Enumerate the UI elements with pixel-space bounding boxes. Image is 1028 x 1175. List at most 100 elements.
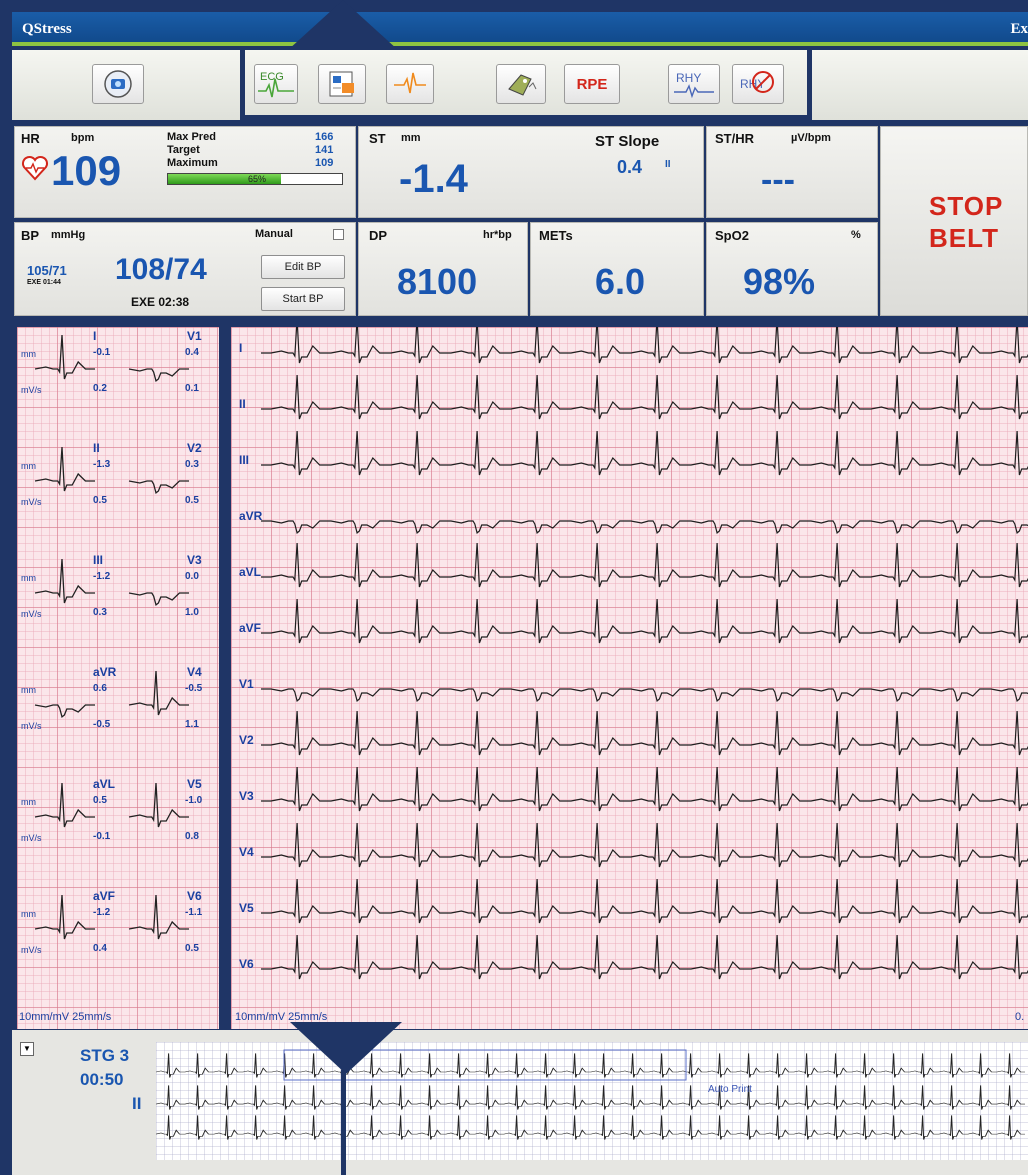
manual-checkbox[interactable] bbox=[333, 229, 344, 240]
bp-value: 108/74 bbox=[115, 253, 207, 286]
title-bar: QStress Ex bbox=[12, 12, 1028, 46]
twelve-lead-svg bbox=[261, 327, 1028, 980]
median-beat bbox=[128, 368, 189, 383]
median-st-value: -0.5 bbox=[185, 683, 203, 694]
median-beat bbox=[128, 670, 189, 716]
strip-dropdown[interactable]: ▼ bbox=[20, 1042, 34, 1056]
sthr-value: --- bbox=[761, 161, 795, 199]
median-st-value: 0.0 bbox=[185, 571, 199, 582]
median-st-value: -1.3 bbox=[93, 459, 111, 470]
median-slope-value: 0.8 bbox=[185, 831, 199, 842]
stop-belt-button[interactable]: STOP BELT bbox=[880, 126, 1028, 316]
st-slope-lead: II bbox=[665, 159, 671, 170]
edit-bp-button[interactable]: Edit BP bbox=[261, 255, 345, 279]
stage-label: STG 3 bbox=[80, 1046, 130, 1065]
median-mvs-unit: mV/s bbox=[21, 833, 42, 843]
manual-label: Manual bbox=[255, 228, 293, 240]
lead-trace bbox=[261, 542, 1028, 588]
auto-print-label: Auto Print bbox=[708, 1084, 752, 1095]
median-mvs-unit: mV/s bbox=[21, 609, 42, 619]
svg-text:ECG: ECG bbox=[260, 71, 284, 83]
median-lead-label: V5 bbox=[187, 777, 202, 791]
lead-trace bbox=[261, 374, 1028, 420]
median-beat bbox=[128, 480, 189, 495]
ecg-icon: ECG bbox=[258, 71, 294, 98]
median-mvs-unit: mV/s bbox=[21, 497, 42, 507]
st-value: -1.4 bbox=[399, 157, 468, 201]
tag-icon bbox=[508, 74, 537, 96]
dp-unit: hr*bp bbox=[483, 229, 512, 241]
belt-label: BELT bbox=[929, 223, 999, 253]
median-st-value: -1.1 bbox=[185, 907, 203, 918]
lead-label: III bbox=[239, 453, 250, 467]
tag-button[interactable] bbox=[496, 64, 546, 104]
lead-label: aVR bbox=[239, 509, 263, 523]
median-scale-label: 10mm/mV 25mm/s bbox=[19, 1011, 112, 1023]
dp-panel: DP hr*bp 8100 bbox=[358, 222, 528, 316]
median-lead-label: V1 bbox=[187, 329, 202, 343]
median-st-value: -1.2 bbox=[93, 907, 111, 918]
lead-trace bbox=[261, 430, 1028, 476]
lead-label: V5 bbox=[239, 901, 254, 915]
median-lead-label: aVF bbox=[93, 889, 116, 903]
ecg-button[interactable]: ECG bbox=[254, 64, 298, 104]
median-slope-value: 0.4 bbox=[93, 943, 107, 954]
lead-label: aVL bbox=[239, 565, 262, 579]
waveform-button[interactable] bbox=[386, 64, 434, 104]
median-st-value: -0.1 bbox=[93, 347, 111, 358]
lead-label: V4 bbox=[239, 845, 254, 859]
camera-icon bbox=[104, 70, 132, 98]
report-button[interactable] bbox=[318, 64, 366, 104]
spo2-label: SpO2 bbox=[715, 228, 749, 243]
stage-time: 00:50 bbox=[80, 1070, 124, 1089]
spo2-panel: SpO2 % 98% bbox=[706, 222, 878, 316]
median-mm-unit: mm bbox=[21, 685, 36, 695]
median-lead-label: aVL bbox=[93, 777, 116, 791]
maximum-value: 109 bbox=[315, 157, 334, 169]
median-st-value: 0.6 bbox=[93, 683, 107, 694]
median-beat bbox=[34, 894, 95, 940]
median-st-value: 0.3 bbox=[185, 459, 199, 470]
rhythm-off-button[interactable]: RHY bbox=[732, 64, 784, 104]
camera-button[interactable] bbox=[92, 64, 144, 104]
stop-label: STOP bbox=[929, 191, 1004, 221]
lead-trace bbox=[261, 520, 1028, 534]
median-st-value: -1.0 bbox=[185, 795, 203, 806]
lead-trace bbox=[261, 327, 1028, 364]
median-slope-value: 0.2 bbox=[93, 383, 107, 394]
sthr-label: ST/HR bbox=[715, 131, 754, 146]
median-lead-label: III bbox=[93, 553, 104, 567]
median-slope-value: 1.0 bbox=[185, 607, 199, 618]
mets-value: 6.0 bbox=[595, 261, 646, 302]
dp-label: DP bbox=[369, 228, 388, 243]
hr-label: HR bbox=[21, 131, 40, 146]
rhythm-strip-svg bbox=[155, 1049, 1025, 1140]
spo2-unit: % bbox=[851, 229, 861, 241]
rhythm-strip: ▼ STG 3 00:50 II Auto Print bbox=[12, 1030, 1028, 1175]
median-mvs-unit: mV/s bbox=[21, 945, 42, 955]
hr-progress-bar: 65% bbox=[167, 173, 343, 185]
rhythm-button[interactable]: RHY bbox=[668, 64, 720, 104]
bp-label: BP bbox=[21, 228, 40, 243]
mets-panel: METs 6.0 bbox=[530, 222, 704, 316]
median-slope-value: 0.5 bbox=[185, 495, 199, 506]
median-st-value: 0.4 bbox=[185, 347, 199, 358]
rhythm-trace bbox=[155, 1053, 1025, 1078]
title-right-text: Ex bbox=[1010, 21, 1028, 37]
rpe-button[interactable]: RPE bbox=[564, 64, 620, 104]
dp-value: 8100 bbox=[397, 261, 478, 302]
start-bp-button[interactable]: Start BP bbox=[261, 287, 345, 311]
median-beat bbox=[128, 592, 189, 607]
heart-icon bbox=[21, 155, 49, 181]
median-beat bbox=[34, 558, 95, 604]
target-value: 141 bbox=[315, 144, 334, 156]
twelve-lead-panel: I II III aVR aVL aVF V1 V2 V3 V4 V5 V6 10mm/mV 25mm/… bbox=[226, 322, 1028, 1034]
target-label: Target bbox=[167, 144, 200, 156]
lead-trace bbox=[261, 934, 1028, 980]
median-slope-value: 0.1 bbox=[185, 383, 199, 394]
lead-trace bbox=[261, 822, 1028, 868]
spo2-value: 98% bbox=[743, 261, 816, 302]
hr-progress-text: 65% bbox=[248, 174, 267, 184]
st-slope-label: ST Slope bbox=[595, 133, 660, 150]
median-lead-label: V6 bbox=[187, 889, 202, 903]
